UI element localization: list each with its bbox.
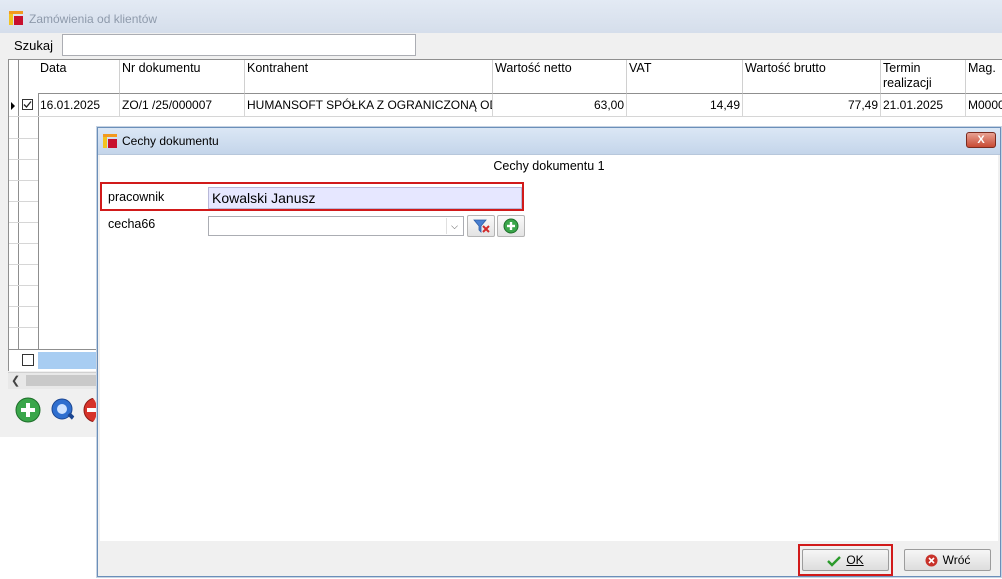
add-feature-button[interactable] (497, 215, 525, 237)
back-button[interactable]: Wróć (904, 549, 991, 571)
clear-filter-button[interactable] (467, 215, 495, 237)
column-header-mag[interactable]: Mag. (966, 60, 1002, 94)
app-icon (103, 134, 117, 148)
table-row[interactable]: 16.01.2025 ZO/1 /25/000007 HUMANSOFT SPÓ… (9, 94, 1002, 117)
preview-icon[interactable] (50, 397, 76, 423)
dialog-body: Cechy dokumentu 1 pracownik Kowalski Jan… (100, 155, 998, 541)
checkmark-icon (827, 555, 842, 567)
search-input[interactable] (62, 34, 416, 56)
cancel-icon (925, 554, 938, 567)
empty-row-divider (9, 138, 38, 139)
cecha66-dropdown[interactable]: ⌵ (208, 216, 464, 236)
delete-icon[interactable] (83, 397, 97, 423)
row-checkbox[interactable] (22, 99, 33, 110)
search-label: Szukaj (14, 38, 54, 53)
orders-window-title: Zamówienia od klientów (29, 12, 158, 26)
filter-clear-icon (473, 219, 490, 233)
current-row-indicator-icon (11, 102, 15, 110)
scrollbar-thumb[interactable] (26, 375, 98, 386)
cell-vat[interactable]: 14,49 (627, 94, 743, 116)
dialog-title: Cechy dokumentu (122, 134, 219, 148)
cell-wartosc-brutto[interactable]: 77,49 (743, 94, 881, 116)
select-all-checkbox[interactable] (22, 354, 34, 366)
add-icon[interactable] (15, 397, 41, 423)
column-header-kontrahent[interactable]: Kontrahent (245, 60, 493, 94)
document-features-dialog: Cechy dokumentu X Cechy dokumentu 1 prac… (97, 127, 1001, 577)
dialog-titlebar: Cechy dokumentu X (98, 128, 1000, 155)
pracownik-field[interactable]: Kowalski Janusz (208, 187, 522, 209)
ok-label: OK (846, 553, 864, 567)
column-header-data[interactable]: Data (38, 60, 120, 94)
orders-window-titlebar: Zamówienia od klientów (0, 0, 1002, 33)
cell-wartosc-netto[interactable]: 63,00 (493, 94, 627, 116)
cell-kontrahent[interactable]: HUMANSOFT SPÓŁKA Z OGRANICZONĄ OD (245, 94, 493, 116)
dialog-footer: OK Wróć (98, 541, 1000, 576)
column-header-wartosc-netto[interactable]: Wartość netto (493, 60, 627, 94)
column-header-nr-dokumentu[interactable]: Nr dokumentu (120, 60, 245, 94)
section-title: Cechy dokumentu 1 (493, 159, 605, 173)
horizontal-scrollbar[interactable]: ❮ (8, 372, 98, 389)
pracownik-label: pracownik (108, 190, 165, 204)
checkmark-icon (23, 101, 32, 108)
close-icon: X (977, 134, 985, 146)
empty-row-divider (9, 222, 38, 223)
empty-row-divider (9, 306, 38, 307)
cell-mag[interactable]: M0000 (966, 94, 1002, 116)
chevron-down-icon[interactable]: ⌵ (446, 218, 462, 234)
empty-row-divider (9, 159, 38, 160)
cell-nr-dokumentu[interactable]: ZO/1 /25/000007 (120, 94, 245, 116)
back-label: Wróć (942, 553, 971, 567)
cecha66-label: cecha66 (108, 217, 156, 231)
add-icon (503, 218, 519, 234)
cell-termin-realizacji[interactable]: 21.01.2025 (881, 94, 966, 116)
column-header-vat[interactable]: VAT (627, 60, 743, 94)
empty-row-divider (9, 201, 38, 202)
empty-row-divider (9, 243, 38, 244)
empty-row-divider (9, 327, 38, 328)
column-header-wartosc-brutto[interactable]: Wartość brutto (743, 60, 881, 94)
app-icon (9, 11, 23, 25)
empty-row-divider (9, 285, 38, 286)
column-header-termin-realizacji[interactable]: Termin realizacji (881, 60, 966, 94)
ok-button[interactable]: OK (802, 549, 889, 571)
grid-footer-row (8, 349, 99, 371)
scroll-left-icon[interactable]: ❮ (11, 374, 20, 387)
empty-row-divider (9, 264, 38, 265)
footer-selection (38, 352, 99, 369)
cell-data[interactable]: 16.01.2025 (38, 94, 120, 116)
empty-row-divider (9, 180, 38, 181)
close-button[interactable]: X (966, 132, 996, 148)
